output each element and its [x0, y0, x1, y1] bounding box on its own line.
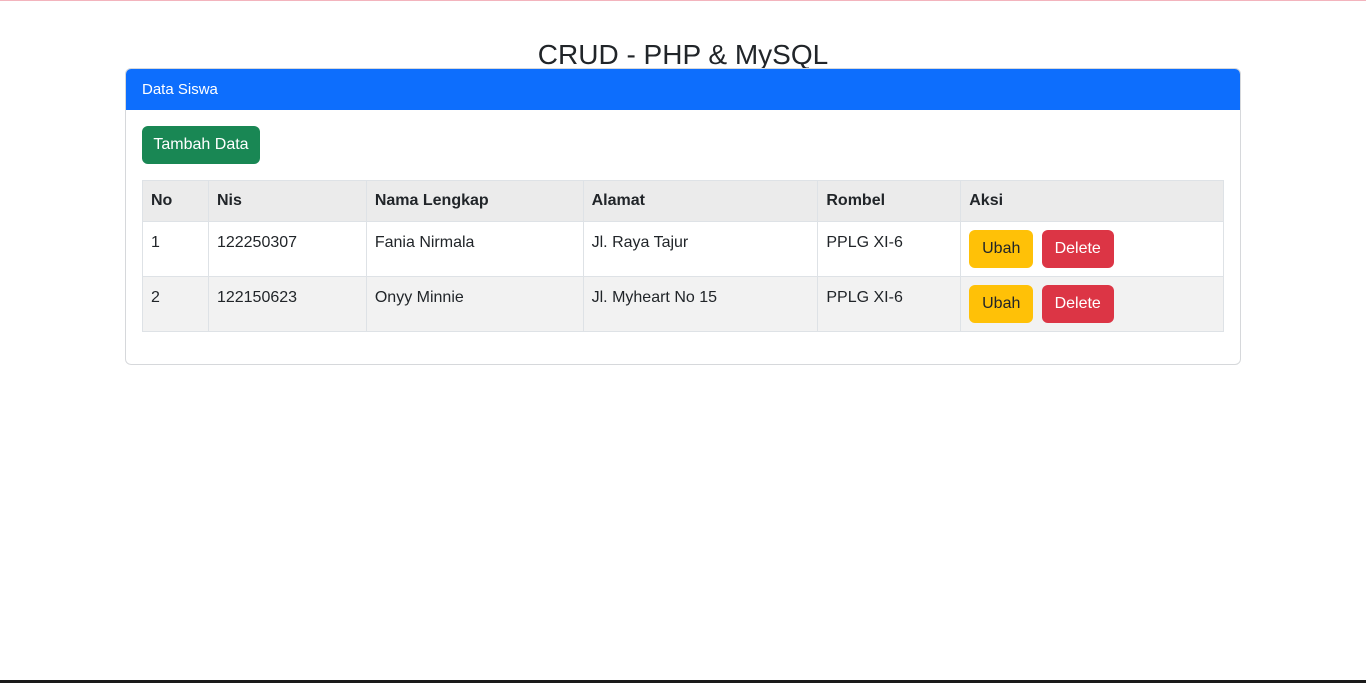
cell-no: 1 [142, 221, 209, 277]
cell-alamat: Jl. Myheart No 15 [582, 276, 819, 332]
delete-button[interactable]: Delete [1041, 230, 1114, 268]
column-header-no: No [142, 180, 209, 222]
card-header: Data Siswa [126, 69, 1240, 110]
cell-nama: Onyy Minnie [365, 276, 584, 332]
cell-rombel: PPLG XI-6 [817, 221, 962, 277]
top-border-line [0, 0, 1366, 1]
column-header-rombel: Rombel [817, 180, 962, 222]
edit-button[interactable]: Ubah [969, 230, 1034, 268]
table-row: 2 122150623 Onyy Minnie Jl. Myheart No 1… [142, 276, 1224, 332]
cell-nama: Fania Nirmala [365, 221, 584, 277]
cell-alamat: Jl. Raya Tajur [582, 221, 819, 277]
column-header-nis: Nis [207, 180, 367, 222]
table-header-row: No Nis Nama Lengkap Alamat Rombel Aksi [142, 180, 1224, 222]
delete-button[interactable]: Delete [1041, 285, 1114, 323]
cell-no: 2 [142, 276, 209, 332]
table-row: 1 122250307 Fania Nirmala Jl. Raya Tajur… [142, 221, 1224, 277]
column-header-aksi: Aksi [960, 180, 1224, 222]
cell-aksi: Ubah Delete [960, 276, 1224, 332]
column-header-nama-lengkap: Nama Lengkap [365, 180, 584, 222]
add-data-button[interactable]: Tambah Data [142, 126, 260, 164]
cell-rombel: PPLG XI-6 [817, 276, 962, 332]
students-table: No Nis Nama Lengkap Alamat Rombel Aksi 1… [142, 180, 1224, 332]
cell-nis: 122150623 [207, 276, 367, 332]
cell-aksi: Ubah Delete [960, 221, 1224, 277]
edit-button[interactable]: Ubah [969, 285, 1034, 323]
cell-nis: 122250307 [207, 221, 367, 277]
column-header-alamat: Alamat [582, 180, 819, 222]
data-siswa-card: Data Siswa Tambah Data No Nis Nama Lengk… [125, 68, 1241, 365]
